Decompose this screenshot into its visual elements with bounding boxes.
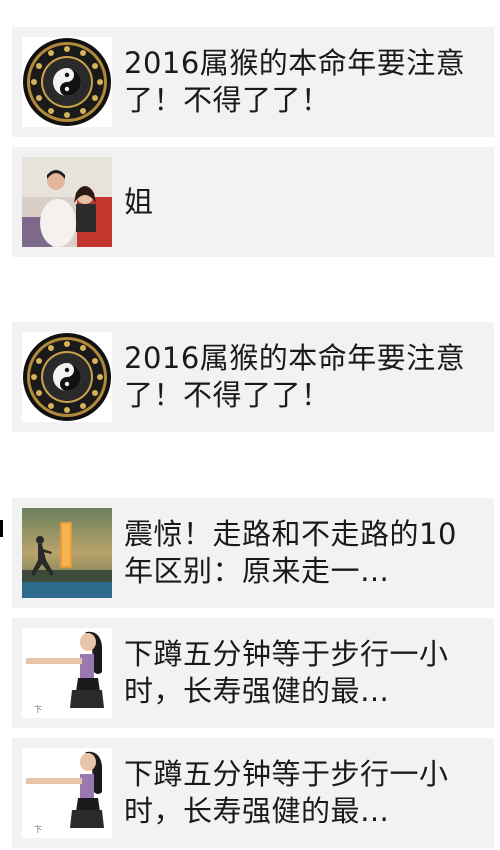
svg-text:下: 下	[34, 825, 42, 834]
runner-sunset-icon	[22, 508, 112, 598]
article-card[interactable]: 姐	[12, 147, 494, 257]
article-card[interactable]: 2016属猴的本命年要注意了！不得了了！	[12, 322, 494, 432]
article-title: 2016属猴的本命年要注意了！不得了了！	[124, 341, 466, 412]
article-card[interactable]: 震惊！走路和不走路的10年区别：原来走一…	[12, 498, 494, 608]
article-feed: 2016属猴的本命年要注意了！不得了了！ 姐 2016属猴的本命年要注意了！不得…	[0, 0, 500, 850]
article-title: 下蹲五分钟等于步行一小时，长寿强健的最…	[124, 637, 449, 708]
squat-woman-icon: 下	[22, 748, 112, 838]
article-title: 姐	[124, 185, 154, 219]
svg-text:下: 下	[34, 705, 42, 714]
article-title: 震惊！走路和不走路的10年区别：原来走一…	[124, 517, 457, 588]
zodiac-wheel-icon	[22, 332, 112, 422]
article-card[interactable]: 下 下蹲五分钟等于步行一小时，长寿强健的最…	[12, 618, 494, 728]
article-title: 2016属猴的本命年要注意了！不得了了！	[124, 46, 466, 117]
article-card[interactable]: 下 下蹲五分钟等于步行一小时，长寿强健的最…	[12, 738, 494, 848]
zodiac-wheel-icon	[22, 37, 112, 127]
article-card[interactable]: 2016属猴的本命年要注意了！不得了了！	[12, 27, 494, 137]
scroll-edge-marker	[0, 520, 3, 537]
photo-two-women-icon	[22, 157, 112, 247]
article-title: 下蹲五分钟等于步行一小时，长寿强健的最…	[124, 757, 449, 828]
squat-woman-icon: 下	[22, 628, 112, 718]
